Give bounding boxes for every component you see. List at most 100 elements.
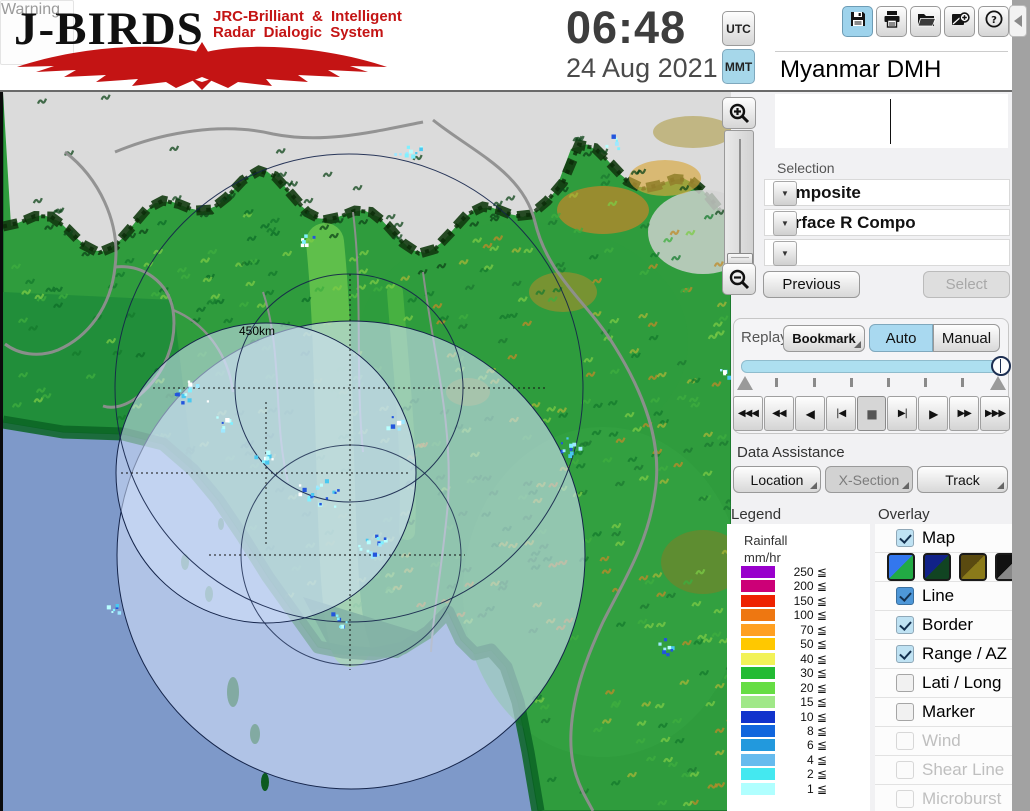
open-folder-icon — [916, 9, 936, 34]
legend-row: 70 ≦ — [727, 622, 870, 637]
forward-fast-button[interactable]: ▶▶▶ — [980, 396, 1011, 431]
location-button[interactable]: Location — [733, 466, 821, 493]
replay-progress-slider[interactable] — [741, 356, 1011, 376]
overlay-item-label: Line — [922, 586, 955, 605]
legend-row: 150 ≦ — [727, 594, 870, 608]
track-button[interactable]: Track — [917, 466, 1008, 493]
microburst-checkbox — [896, 790, 914, 808]
marker-checkbox[interactable] — [896, 703, 914, 721]
replay-tick — [887, 378, 890, 387]
map-checkbox[interactable] — [896, 529, 914, 547]
step-back-button[interactable]: |◀ — [825, 396, 856, 431]
legend-value: 200 ≦ — [793, 579, 827, 594]
lati-long-checkbox[interactable] — [896, 674, 914, 692]
zoom-in-button[interactable] — [722, 97, 756, 129]
panel-separator — [775, 51, 1008, 52]
overlay-item-label: Range / AZ — [922, 644, 1008, 663]
previous-button[interactable]: Previous — [763, 271, 860, 298]
save-button[interactable] — [842, 6, 873, 37]
map-style-swatch-1[interactable] — [887, 553, 915, 581]
collapse-arrow-icon — [1014, 15, 1022, 27]
open-folder-button[interactable] — [910, 6, 941, 37]
replay-tick — [924, 378, 927, 387]
rewind-button[interactable]: ◀◀ — [763, 396, 794, 431]
auto-button[interactable]: Auto — [869, 324, 933, 352]
legend-swatch — [741, 753, 775, 766]
legend-value: 8 ≦ — [806, 723, 827, 738]
overlay-item-label: Marker — [922, 702, 975, 721]
panel-collapse-tab[interactable] — [1009, 5, 1027, 37]
overlay-item-label: Border — [922, 615, 974, 634]
zoom-out-icon — [729, 269, 750, 290]
zoom-out-button[interactable] — [722, 263, 756, 295]
overlay-item-label: Shear Line — [922, 760, 1005, 779]
selection-dropdown-1[interactable]: Composite ▼ — [764, 179, 1010, 206]
replay-tick — [813, 378, 816, 387]
legend-value: 6 ≦ — [806, 738, 827, 753]
overlay-item-label: Lati / Long — [922, 673, 1002, 692]
legend-value: 70 ≦ — [800, 622, 827, 637]
forward-button[interactable]: ▶▶ — [949, 396, 980, 431]
line-checkbox[interactable] — [896, 587, 914, 605]
print-button[interactable] — [876, 6, 907, 37]
legend-swatch — [741, 594, 775, 607]
legend-row: 15 ≦ — [727, 695, 870, 710]
replay-tick — [961, 378, 964, 387]
replay-transport-buttons: ◀◀◀ ◀◀ ◀ |◀ ■ ▶| ▶ ▶▶ ▶▶▶ — [733, 396, 1011, 431]
panel-collapse-strip[interactable] — [1009, 0, 1030, 811]
rewind-fast-button[interactable]: ◀◀◀ — [733, 396, 763, 431]
replay-slider-handle[interactable] — [991, 356, 1011, 376]
legend-row: 50 ≦ — [727, 637, 870, 651]
chevron-down-icon[interactable]: ▼ — [773, 241, 797, 266]
add-image-button[interactable] — [944, 6, 975, 37]
utc-button[interactable]: UTC — [722, 11, 755, 46]
radar-map[interactable]: 450km — [1, 91, 758, 811]
stop-button[interactable]: ■ — [856, 396, 887, 431]
bookmark-button[interactable]: Bookmark — [783, 325, 865, 352]
range-az-checkbox[interactable] — [896, 645, 914, 663]
legend-row: 30 ≦ — [727, 666, 870, 680]
overlay-row-lati-long: Lati / Long — [875, 669, 1012, 698]
legend-swatch — [741, 768, 775, 781]
help-button[interactable]: ? — [978, 6, 1009, 37]
map-style-swatch-3[interactable] — [959, 553, 987, 581]
eagle-logo-icon — [17, 42, 387, 90]
map-style-swatch-2[interactable] — [923, 553, 951, 581]
legend-row: 40 ≦ — [727, 652, 870, 666]
overlay-item-label: Map — [922, 528, 956, 547]
replay-start-marker[interactable] — [737, 376, 753, 390]
select-button[interactable]: Select — [923, 271, 1010, 298]
data-assistance-label: Data Assistance — [737, 444, 845, 461]
help-icon: ? — [984, 9, 1004, 34]
step-forward-button[interactable]: ▶| — [887, 396, 918, 431]
legend-subtitle: Rainfall mm/hr — [744, 532, 787, 566]
logo-tagline-1: JRC-Brilliant & Intelligent — [213, 8, 402, 25]
site-display-box[interactable] — [775, 94, 1008, 148]
legend-subtitle-unit: mm/hr — [744, 550, 781, 565]
selection-dropdown-2[interactable]: Surface R Compo ▼ — [764, 209, 1010, 236]
x-section-button[interactable]: X-Section — [825, 466, 913, 493]
overlay-row-range-az: Range / AZ — [875, 640, 1012, 669]
overlay-row-border: Border — [875, 611, 1012, 640]
overlay-panel: Map Line Border Range / AZ Lati / Long Marker… — [875, 524, 1023, 811]
chevron-down-icon[interactable]: ▼ — [773, 181, 797, 206]
manual-button[interactable]: Manual — [933, 324, 1000, 352]
legend-swatch — [741, 739, 775, 752]
map-style-row — [875, 553, 1023, 582]
overlay-item-label: Wind — [922, 731, 961, 750]
overlay-row-microburst: Microburst — [875, 785, 1012, 811]
border-checkbox[interactable] — [896, 616, 914, 634]
legend-value: 4 ≦ — [806, 752, 827, 767]
chevron-down-icon[interactable]: ▼ — [773, 211, 797, 236]
legend-swatch — [741, 623, 775, 636]
legend-row: 4 ≦ — [727, 752, 870, 767]
range-ring-label: 450km — [239, 324, 275, 338]
play-backward-button[interactable]: ◀ — [794, 396, 825, 431]
mmt-button[interactable]: MMT — [722, 49, 755, 84]
legend-value: 15 ≦ — [800, 695, 827, 710]
replay-end-marker[interactable] — [990, 376, 1006, 390]
replay-tick — [775, 378, 778, 387]
replay-tick — [850, 378, 853, 387]
selection-dropdown-3[interactable]: ▼ — [764, 239, 1010, 266]
play-button[interactable]: ▶ — [918, 396, 949, 431]
